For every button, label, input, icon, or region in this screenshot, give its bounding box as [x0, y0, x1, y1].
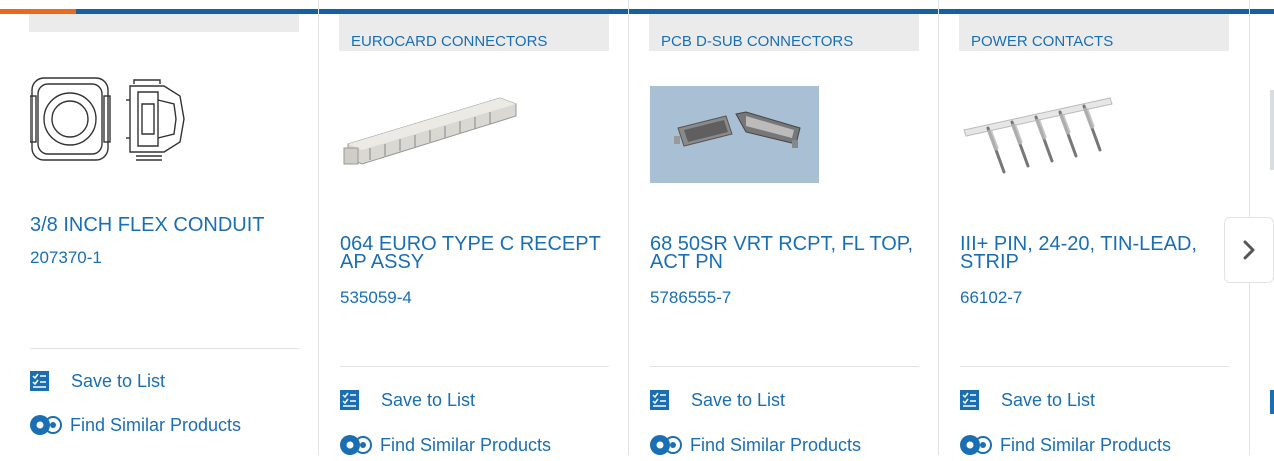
divider: [650, 366, 919, 367]
product-image[interactable]: [960, 92, 1120, 188]
checklist-icon: [650, 390, 669, 410]
save-to-list-button[interactable]: Save to List: [30, 371, 165, 391]
save-to-list-button[interactable]: Save to List: [650, 390, 785, 410]
checklist-icon: [30, 371, 49, 391]
category-label[interactable]: POWER CONTACTS: [959, 14, 1229, 51]
dsub-connector-image: [674, 111, 801, 148]
gear-icon: [958, 433, 994, 457]
find-similar-button[interactable]: Find Similar Products: [648, 433, 861, 457]
product-title[interactable]: III+ PIN, 24-20, TIN-LEAD, STRIP: [960, 234, 1220, 272]
checklist-icon: [960, 390, 979, 410]
save-to-list-label: Save to List: [71, 371, 166, 391]
part-number[interactable]: 5786555-7: [650, 288, 731, 307]
find-similar-label: Find Similar Products: [1000, 435, 1172, 455]
power-contacts-image: [963, 97, 1113, 174]
product-title[interactable]: 68 50SR VRT RCPT, FL TOP, ACT PN: [650, 234, 920, 272]
product-title[interactable]: 3/8 INCH FLEX CONDUIT: [30, 215, 295, 235]
checklist-icon: [340, 390, 359, 410]
find-similar-label: Find Similar Products: [70, 415, 242, 435]
gear-icon: [28, 413, 64, 437]
carousel-next-button[interactable]: [1224, 217, 1274, 283]
card-divider: [628, 0, 629, 455]
find-similar-label: Find Similar Products: [380, 435, 552, 455]
category-label[interactable]: PCB D-SUB CONNECTORS: [649, 14, 919, 51]
gear-icon: [338, 433, 374, 457]
chevron-right-icon: [1243, 240, 1255, 260]
card-divider: [938, 0, 939, 455]
part-number[interactable]: 535059-4: [340, 288, 412, 307]
conduit-drawing: [29, 77, 185, 161]
save-to-list-label: Save to List: [691, 390, 786, 410]
product-image[interactable]: [29, 74, 190, 164]
save-to-list-label: Save to List: [381, 390, 476, 410]
card-divider: [318, 0, 319, 455]
divider: [30, 348, 299, 349]
product-image[interactable]: [650, 86, 819, 183]
partial-product-image[interactable]: [1270, 90, 1274, 170]
category-label: [29, 14, 299, 32]
top-accent-bar: [0, 0, 1274, 14]
divider: [340, 366, 609, 367]
save-to-list-button[interactable]: Save to List: [960, 390, 1095, 410]
eurocard-connector-image: [343, 97, 517, 165]
find-similar-button[interactable]: Find Similar Products: [338, 433, 551, 457]
part-number[interactable]: 66102-7: [960, 288, 1022, 307]
find-similar-button[interactable]: Find Similar Products: [958, 433, 1171, 457]
product-image[interactable]: [340, 86, 520, 176]
save-to-list-label: Save to List: [1001, 390, 1096, 410]
find-similar-button[interactable]: Find Similar Products: [28, 413, 241, 437]
partial-checklist-icon[interactable]: [1270, 390, 1274, 414]
product-title[interactable]: 064 EURO TYPE C RECEPT AP ASSY: [340, 234, 605, 272]
find-similar-label: Find Similar Products: [690, 435, 862, 455]
save-to-list-button[interactable]: Save to List: [340, 390, 475, 410]
gear-icon: [648, 433, 684, 457]
category-label[interactable]: EUROCARD CONNECTORS: [339, 14, 609, 51]
part-number[interactable]: 207370-1: [30, 248, 102, 267]
divider: [960, 366, 1229, 367]
